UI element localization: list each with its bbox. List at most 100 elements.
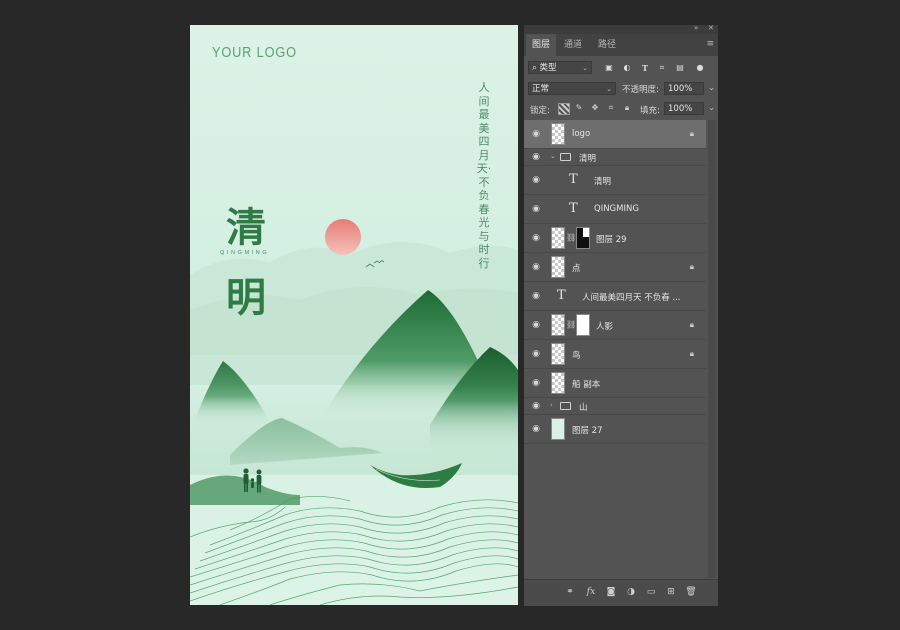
fill-chevron-icon[interactable]: ⌄ <box>708 103 715 113</box>
fill-value: 100% <box>668 104 693 114</box>
fill-input[interactable]: 100% <box>664 102 704 115</box>
eye-icon[interactable]: ◉ <box>530 349 542 359</box>
layer-thumbnail <box>551 418 565 440</box>
fill-label: 填充: <box>640 106 660 116</box>
layer-thumbnail <box>551 314 565 336</box>
new-layer-icon[interactable]: ⊞ <box>665 586 677 598</box>
panel-menu-icon[interactable]: ≡ <box>706 39 714 49</box>
layer-name: 人间最美四月天 不负春 ... <box>582 293 681 303</box>
eye-icon[interactable]: ◉ <box>530 401 542 411</box>
layer-mask-thumbnail[interactable] <box>576 227 590 249</box>
tab-layers[interactable]: 图层 <box>526 34 557 56</box>
layer-group-qingming[interactable]: ◉ ⌄ 清明 <box>524 149 706 166</box>
lock-icon: 🔒︎ <box>689 262 694 271</box>
filter-type-icon[interactable]: T <box>640 63 650 73</box>
eye-icon[interactable]: ◉ <box>530 424 542 434</box>
eye-icon[interactable]: ◉ <box>530 320 542 330</box>
eye-icon[interactable]: ◉ <box>530 204 542 214</box>
tab-paths[interactable]: 路径 <box>598 34 616 56</box>
filter-kind-value: 类型 <box>539 63 557 73</box>
layer-name: 图层 29 <box>596 235 627 245</box>
layer-mask-thumbnail[interactable] <box>576 314 590 336</box>
lock-icon: 🔒︎ <box>689 349 694 358</box>
text-layer-icon: T <box>569 172 578 187</box>
layer-row-boat-copy[interactable]: ◉ 船 副本 <box>524 369 706 398</box>
opacity-label: 不透明度: <box>622 85 659 95</box>
layer-name: 船 副本 <box>572 380 601 390</box>
layer-row-text-pinyin[interactable]: ◉ T QINGMING <box>524 195 706 224</box>
eye-icon[interactable]: ◉ <box>530 129 542 139</box>
layer-row-dot[interactable]: ◉ 点 🔒︎ <box>524 253 706 282</box>
layer-name: 山 <box>579 403 588 413</box>
eye-icon[interactable]: ◉ <box>530 262 542 272</box>
layer-row-logo[interactable]: ◉ logo 🔒︎ <box>524 120 706 149</box>
layer-group-mountain[interactable]: ◉ › 山 <box>524 398 706 415</box>
chevron-down-icon: ⌄ <box>606 85 612 93</box>
opacity-value: 100% <box>668 84 693 94</box>
blend-mode-select[interactable]: 正常 ⌄ <box>528 82 616 95</box>
layer-name: 点 <box>572 264 581 274</box>
layer-name: 人影 <box>596 322 614 332</box>
poster-canvas: YOUR LOGO 人间最美四月天·不负春光与时行 清 QINGMING 明 <box>190 25 518 605</box>
eye-icon[interactable]: ◉ <box>530 233 542 243</box>
text-layer-icon: T <box>569 201 578 216</box>
filter-pixel-icon[interactable]: ▣ <box>604 63 614 73</box>
opacity-chevron-icon[interactable]: ⌄ <box>708 83 715 93</box>
lock-icon: 🔒︎ <box>689 129 694 138</box>
folder-icon <box>560 402 571 410</box>
lock-artboard-icon[interactable]: ⌗ <box>606 103 616 113</box>
adjustment-icon[interactable]: ◑ <box>625 586 637 598</box>
lock-brush-icon[interactable]: ✎ <box>574 103 584 113</box>
poster-pinyin: QINGMING <box>220 250 270 256</box>
chevron-down-icon[interactable]: ⌄ <box>550 152 556 160</box>
chevron-down-icon: ⌄ <box>582 64 588 72</box>
poster-title-char-2: 明 <box>226 274 266 321</box>
wave-lines <box>190 496 518 605</box>
layer-row-layer27[interactable]: ◉ 图层 27 <box>524 415 706 444</box>
filter-shape-icon[interactable]: ⌗ <box>657 63 667 73</box>
eye-icon[interactable]: ◉ <box>530 175 542 185</box>
layer-list-scrollbar[interactable] <box>708 120 716 578</box>
layer-thumbnail <box>551 123 565 145</box>
filter-kind-select[interactable]: ⌕ 类型 ⌄ <box>528 61 592 74</box>
layer-name: 清明 <box>594 177 612 187</box>
layer-thumbnail <box>551 256 565 278</box>
layers-panel: » ✕ 图层 通道 路径 ≡ ⌕ 类型 ⌄ ▣ ◐ T ⌗ ▤ ● 正常 ⌄ 不… <box>524 24 718 606</box>
opacity-input[interactable]: 100% <box>664 82 704 95</box>
eye-icon[interactable]: ◉ <box>530 152 542 162</box>
new-group-icon[interactable]: ▭ <box>645 586 657 598</box>
collapse-icon[interactable]: » <box>694 24 698 32</box>
layer-row-text-qingming[interactable]: ◉ T 清明 <box>524 166 706 195</box>
eye-icon[interactable]: ◉ <box>530 291 542 301</box>
blend-mode-value: 正常 <box>532 84 550 94</box>
mask-icon[interactable]: ◙ <box>605 586 617 598</box>
lock-move-icon[interactable]: ✥ <box>590 103 600 113</box>
lock-label: 锁定: <box>530 106 550 116</box>
lock-all-icon[interactable]: 🔒︎ <box>622 103 632 113</box>
filter-toggle-icon[interactable]: ● <box>695 63 705 73</box>
poster-vertical-slogan: 人间最美四月天·不负春光与时行 <box>476 81 492 270</box>
close-icon[interactable]: ✕ <box>708 24 714 32</box>
sun-shape <box>325 219 361 255</box>
filter-adjustment-icon[interactable]: ◐ <box>622 63 632 73</box>
layer-thumbnail <box>551 227 565 249</box>
filter-smart-object-icon[interactable]: ▤ <box>675 63 685 73</box>
layer-thumbnail <box>551 343 565 365</box>
eye-icon[interactable]: ◉ <box>530 378 542 388</box>
layer-row-bird[interactable]: ◉ 鸟 🔒︎ <box>524 340 706 369</box>
panel-tabs: 图层 通道 路径 ≡ <box>524 34 718 56</box>
layer-row-figures[interactable]: ◉ ⛓︎ 人影 🔒︎ <box>524 311 706 340</box>
layer-row-layer29[interactable]: ◉ ⛓︎ 图层 29 <box>524 224 706 253</box>
poster-title-char-1: 清 <box>226 204 266 251</box>
link-icon: ⛓︎ <box>566 320 577 329</box>
fx-icon[interactable]: fx <box>585 586 597 598</box>
layer-name: QINGMING <box>594 204 639 214</box>
layer-name: 鸟 <box>572 351 581 361</box>
lock-transparent-icon[interactable] <box>558 103 570 115</box>
chevron-right-icon[interactable]: › <box>550 401 553 409</box>
trash-icon[interactable]: 🗑︎ <box>685 586 697 598</box>
link-icon[interactable]: ⚭ <box>564 586 576 598</box>
tab-channels[interactable]: 通道 <box>564 34 582 56</box>
text-layer-icon: T <box>557 288 566 303</box>
layer-row-slogan[interactable]: ◉ T 人间最美四月天 不负春 ... <box>524 282 706 311</box>
